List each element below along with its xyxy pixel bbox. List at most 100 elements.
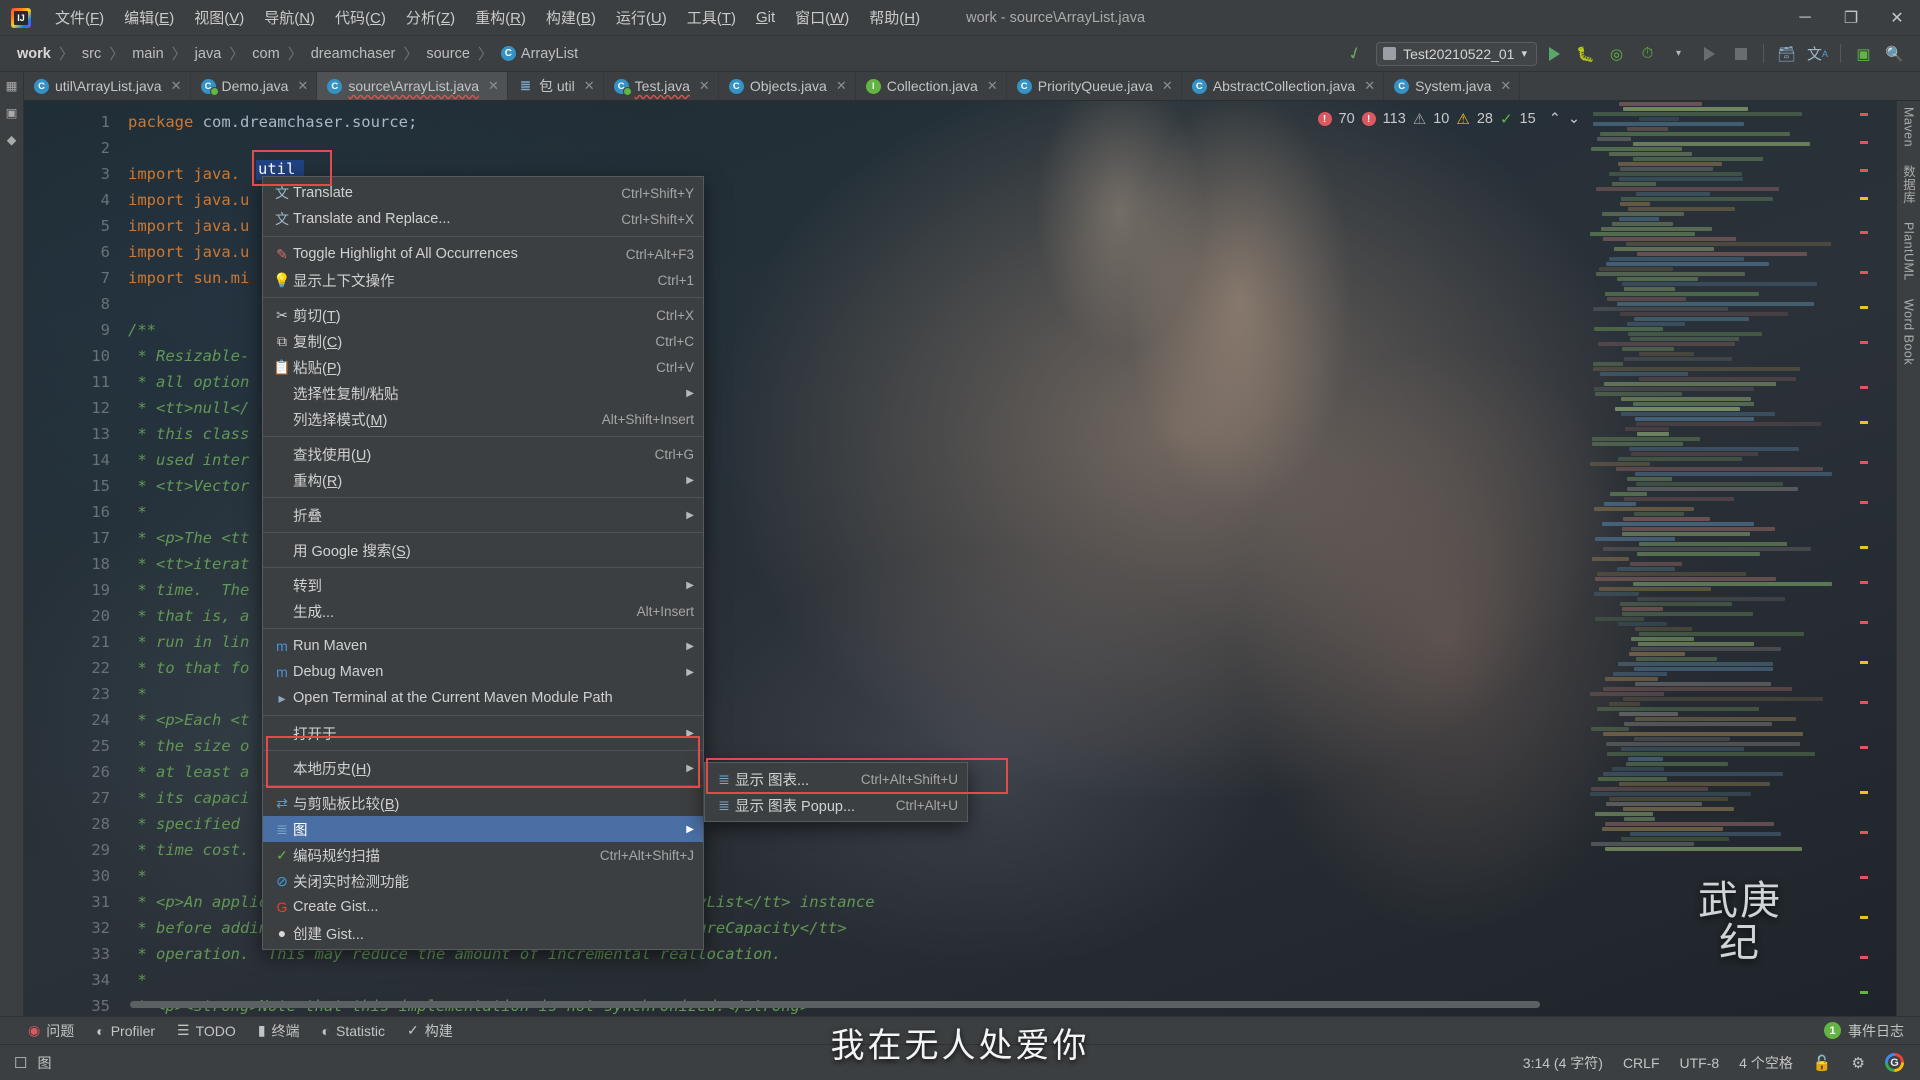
context-menu-item-4-0[interactable]: 折叠 ▶ — [263, 502, 703, 528]
event-log-widget[interactable]: 1 事件日志 — [1824, 1021, 1920, 1041]
menubar-item-1[interactable]: 编辑(E) — [114, 3, 184, 32]
error-stripe-marker[interactable] — [1860, 746, 1868, 749]
error-stripe-marker[interactable] — [1860, 306, 1868, 309]
close-icon[interactable]: ✕ — [987, 78, 998, 94]
caret-position[interactable]: 3:14 (4 字符) — [1523, 1053, 1603, 1073]
context-menu-item-1-0[interactable]: ✎ Toggle Highlight of All Occurrences Ctrl… — [263, 241, 703, 267]
tool-window-build[interactable]: ✓ 构建 — [407, 1021, 453, 1041]
context-menu-item-6-1[interactable]: 生成... Alt+Insert — [263, 598, 703, 624]
run-with-coverage-button[interactable]: ◎ — [1603, 40, 1630, 67]
breadcrumb-item-work[interactable]: work — [14, 45, 54, 63]
context-menu-item-2-3[interactable]: 选择性复制/粘贴 ▶ — [263, 380, 703, 406]
sidebar-item-structure[interactable]: ▣ — [4, 105, 19, 120]
tool-window-problems[interactable]: ◉ 问题 — [28, 1021, 74, 1041]
context-menu-item-7-1[interactable]: m Debug Maven ▶ — [263, 659, 703, 685]
error-stripe-marker[interactable] — [1860, 661, 1868, 664]
menubar-item-10[interactable]: Git — [746, 5, 785, 30]
error-stripe-marker[interactable] — [1860, 169, 1868, 172]
menubar-item-12[interactable]: 帮助(H) — [859, 3, 930, 32]
submenu-item-1[interactable]: ≣ 显示 图表 Popup... Ctrl+Alt+U — [705, 792, 967, 818]
error-stripe-marker[interactable] — [1860, 916, 1868, 919]
context-menu-item-0-0[interactable]: 文 Translate Ctrl+Shift+Y — [263, 180, 703, 206]
error-stripe-marker[interactable] — [1860, 141, 1868, 144]
context-menu-item-5-0[interactable]: 用 Google 搜索(S) — [263, 537, 703, 563]
minimize-button[interactable]: ─ — [1782, 0, 1828, 36]
editor-tab-4[interactable]: C Test.java ✕ — [604, 72, 719, 100]
error-stripe-marker[interactable] — [1860, 956, 1868, 959]
context-menu-item-2-4[interactable]: 列选择模式(M) Alt+Shift+Insert — [263, 406, 703, 432]
close-icon[interactable]: ✕ — [488, 78, 499, 94]
rerun-button[interactable] — [1696, 40, 1723, 67]
menubar-item-0[interactable]: 文件(F) — [45, 3, 114, 32]
profiler-dropdown-icon[interactable]: ▾ — [1665, 40, 1692, 67]
close-icon[interactable]: ✕ — [1364, 78, 1375, 94]
context-menu-item-6-0[interactable]: 转到 ▶ — [263, 572, 703, 598]
menubar-item-2[interactable]: 视图(V) — [184, 3, 254, 32]
context-menu-item-10-4[interactable]: G Create Gist... — [263, 894, 703, 920]
context-menu-item-10-2[interactable]: ✓ 编码规约扫描 Ctrl+Alt+Shift+J — [263, 842, 703, 868]
context-menu-item-2-0[interactable]: ✂ 剪切(T) Ctrl+X — [263, 302, 703, 328]
context-menu-item-7-2[interactable]: ▸ Open Terminal at the Current Maven Modu… — [263, 685, 703, 711]
close-icon[interactable]: ✕ — [1162, 78, 1173, 94]
context-menu-item-8-0[interactable]: 打开于 ▶ — [263, 720, 703, 746]
context-menu-item-0-1[interactable]: 文 Translate and Replace... Ctrl+Shift+X — [263, 206, 703, 232]
error-stripe-marker[interactable] — [1860, 421, 1868, 424]
error-stripe-marker[interactable] — [1860, 461, 1868, 464]
next-problem-icon[interactable]: ⌄ — [1568, 111, 1580, 127]
close-icon[interactable]: ✕ — [836, 78, 847, 94]
error-stripe-marker[interactable] — [1860, 876, 1868, 879]
error-stripe-marker[interactable] — [1860, 546, 1868, 549]
profiler-button[interactable]: ⏱ — [1634, 40, 1661, 67]
error-stripe-markers[interactable] — [1858, 101, 1870, 1006]
line-separator[interactable]: CRLF — [1623, 1055, 1660, 1071]
context-menu-item-10-0[interactable]: ⇄ 与剪贴板比较(B) — [263, 790, 703, 816]
error-stripe-marker[interactable] — [1860, 113, 1868, 116]
error-stripe-marker[interactable] — [1860, 831, 1868, 834]
context-menu-item-1-1[interactable]: 💡 显示上下文操作 Ctrl+1 — [263, 267, 703, 293]
error-stripe-marker[interactable] — [1860, 701, 1868, 704]
editor-tab-2[interactable]: Csource\ArrayList.java ✕ — [317, 72, 508, 100]
run-button[interactable] — [1541, 40, 1568, 67]
hammer-icon[interactable]: ✓ — [1345, 42, 1365, 66]
error-stripe-marker[interactable] — [1860, 991, 1868, 994]
diagram-submenu[interactable]: ≣ 显示 图表... Ctrl+Alt+Shift+U ≣ 显示 图表 Popup...… — [704, 762, 968, 822]
sidebar-item-project[interactable]: ▦ — [4, 78, 19, 93]
tool-window-statistic[interactable]: ◐ Statistic — [322, 1023, 385, 1039]
menubar-item-6[interactable]: 重构(R) — [465, 3, 536, 32]
stop-button[interactable] — [1727, 40, 1754, 67]
breadcrumb-item-java[interactable]: java — [192, 45, 225, 63]
file-encoding[interactable]: UTF-8 — [1680, 1055, 1720, 1071]
maximize-button[interactable]: ❐ — [1828, 0, 1874, 36]
prev-problem-icon[interactable]: ⌃ — [1549, 111, 1561, 127]
updates-icon[interactable]: 🗃 — [1773, 40, 1800, 67]
sidebar-item-database[interactable]: 数据库 — [1899, 165, 1918, 204]
editor-tab-8[interactable]: C AbstractCollection.java ✕ — [1182, 72, 1385, 100]
menubar-item-8[interactable]: 运行(U) — [606, 3, 677, 32]
context-menu-item-10-5[interactable]: ● 创建 Gist... — [263, 920, 703, 946]
error-stripe-marker[interactable] — [1860, 501, 1868, 504]
close-icon[interactable]: ✕ — [1500, 78, 1511, 94]
horizontal-scrollbar[interactable] — [130, 1001, 1540, 1008]
error-stripe-marker[interactable] — [1860, 197, 1868, 200]
tool-window-terminal[interactable]: ▮ 终端 — [258, 1021, 300, 1041]
editor-context-menu[interactable]: 文 Translate Ctrl+Shift+Y 文 Translate and Rep… — [262, 176, 704, 950]
error-stripe-marker[interactable] — [1860, 231, 1868, 234]
menubar-item-4[interactable]: 代码(C) — [325, 3, 396, 32]
tool-window-todo[interactable]: ☰ TODO — [177, 1022, 236, 1039]
breadcrumb-item-main[interactable]: main — [129, 45, 166, 63]
close-icon[interactable]: ✕ — [171, 78, 182, 94]
close-icon[interactable]: ✕ — [699, 78, 710, 94]
menubar-item-11[interactable]: 窗口(W) — [785, 3, 859, 32]
error-stripe-marker[interactable] — [1860, 341, 1868, 344]
editor-tab-1[interactable]: C Demo.java ✕ — [191, 72, 318, 100]
menubar-item-5[interactable]: 分析(Z) — [396, 3, 465, 32]
editor-tab-6[interactable]: I Collection.java ✕ — [856, 72, 1007, 100]
close-icon[interactable]: ✕ — [584, 78, 595, 94]
error-stripe-marker[interactable] — [1860, 621, 1868, 624]
inspection-status-widget[interactable]: ! 70 ! 113 ⚠ 10 ⚠ 28 ✓ 15 ⌃ ⌄ — [1317, 110, 1580, 128]
present-icon[interactable]: ▣ — [1850, 40, 1877, 67]
submenu-item-0[interactable]: ≣ 显示 图表... Ctrl+Alt+Shift+U — [705, 766, 967, 792]
sidebar-item-maven[interactable]: Maven — [1902, 107, 1916, 147]
context-menu-item-3-0[interactable]: 查找使用(U) Ctrl+G — [263, 441, 703, 467]
indent-setting[interactable]: 4 个空格 — [1739, 1053, 1793, 1073]
